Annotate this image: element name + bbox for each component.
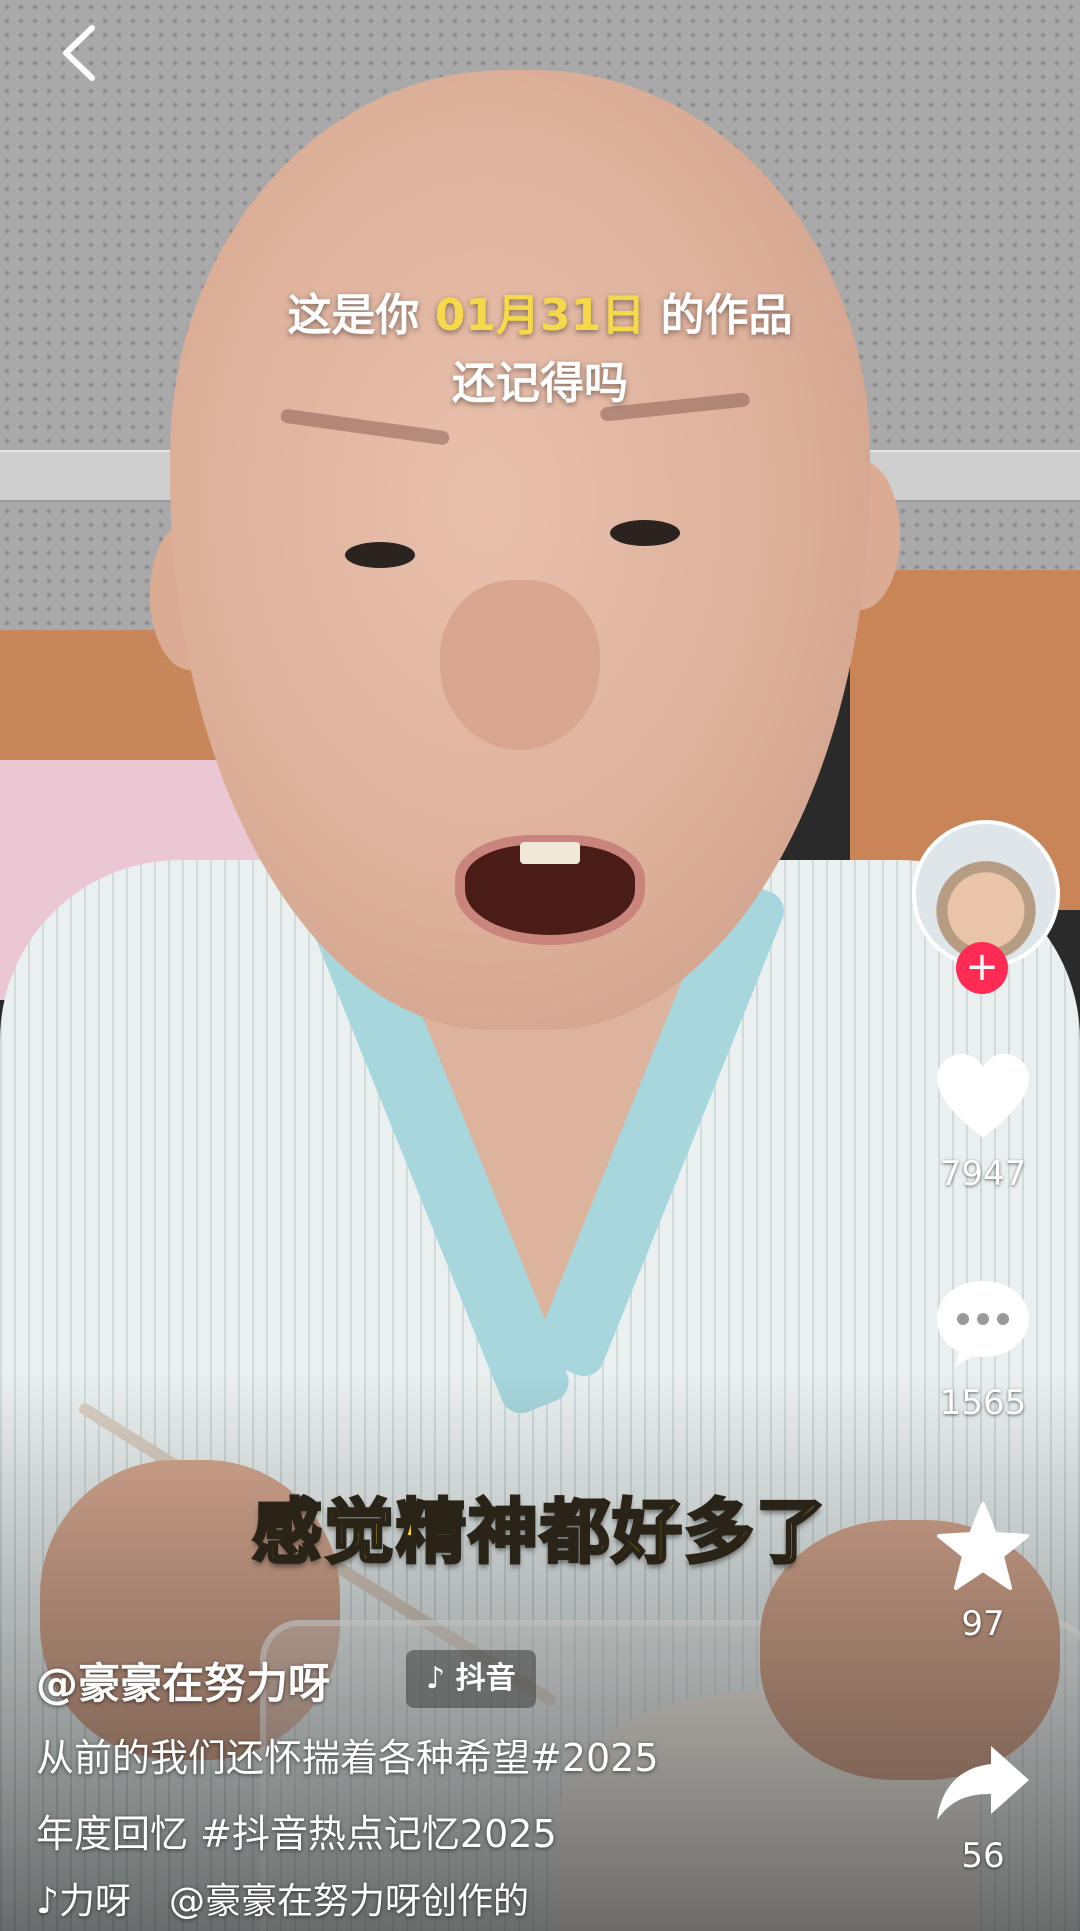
author-handle[interactable]: @豪豪在努力呀 — [36, 1650, 330, 1711]
music-title-part2: @豪豪在努力呀创作的 — [169, 1881, 530, 1922]
music-note-icon: ♪ — [36, 1881, 59, 1922]
favorite-count: 97 — [961, 1604, 1005, 1644]
memory-caption: 这是你 01月31日 的作品 还记得吗 — [0, 282, 1080, 418]
comment-count: 1565 — [939, 1383, 1027, 1423]
favorite-button[interactable]: 97 — [918, 1500, 1048, 1644]
music-marquee[interactable]: ♪力呀 @豪豪在努力呀创作的 — [36, 1872, 876, 1924]
description-line1: 从前的我们还怀揣着各种希望#2025 — [36, 1736, 659, 1780]
star-icon — [937, 1502, 1029, 1590]
share-button[interactable]: 56 — [918, 1740, 1048, 1876]
teeth — [520, 842, 580, 864]
caption-suffix: 的作品 — [660, 290, 793, 341]
like-count: 7947 — [939, 1154, 1027, 1194]
caption-prefix: 这是你 — [287, 290, 420, 341]
platform-badge: ♪ 抖音 — [406, 1650, 536, 1708]
comment-icon — [937, 1281, 1029, 1367]
description-line2: 年度回忆 #抖音热点记忆2025 — [36, 1812, 557, 1856]
comment-button[interactable]: 1565 — [918, 1275, 1048, 1423]
heart-icon — [937, 1054, 1029, 1138]
memory-caption-line2: 还记得吗 — [452, 358, 628, 409]
music-title-part1: 力呀 — [58, 1881, 131, 1922]
share-icon — [937, 1746, 1029, 1820]
plus-icon: + — [965, 944, 999, 990]
memory-caption-line1: 这是你 01月31日 的作品 — [0, 282, 1080, 350]
caption-date: 01月31日 — [434, 290, 646, 341]
back-icon — [63, 25, 95, 81]
share-count: 56 — [961, 1836, 1005, 1876]
follow-button[interactable]: + — [956, 942, 1008, 994]
eye — [610, 520, 680, 546]
eye — [345, 542, 415, 568]
back-button[interactable] — [50, 18, 110, 88]
platform-label: 抖音 — [455, 1661, 516, 1696]
music-note-icon: ♪ — [426, 1661, 446, 1696]
video-description[interactable]: 从前的我们还怀揣着各种希望#2025 年度回忆 #抖音热点记忆2025 — [36, 1720, 776, 1872]
nose — [440, 580, 600, 750]
like-button[interactable]: 7947 — [918, 1050, 1048, 1194]
